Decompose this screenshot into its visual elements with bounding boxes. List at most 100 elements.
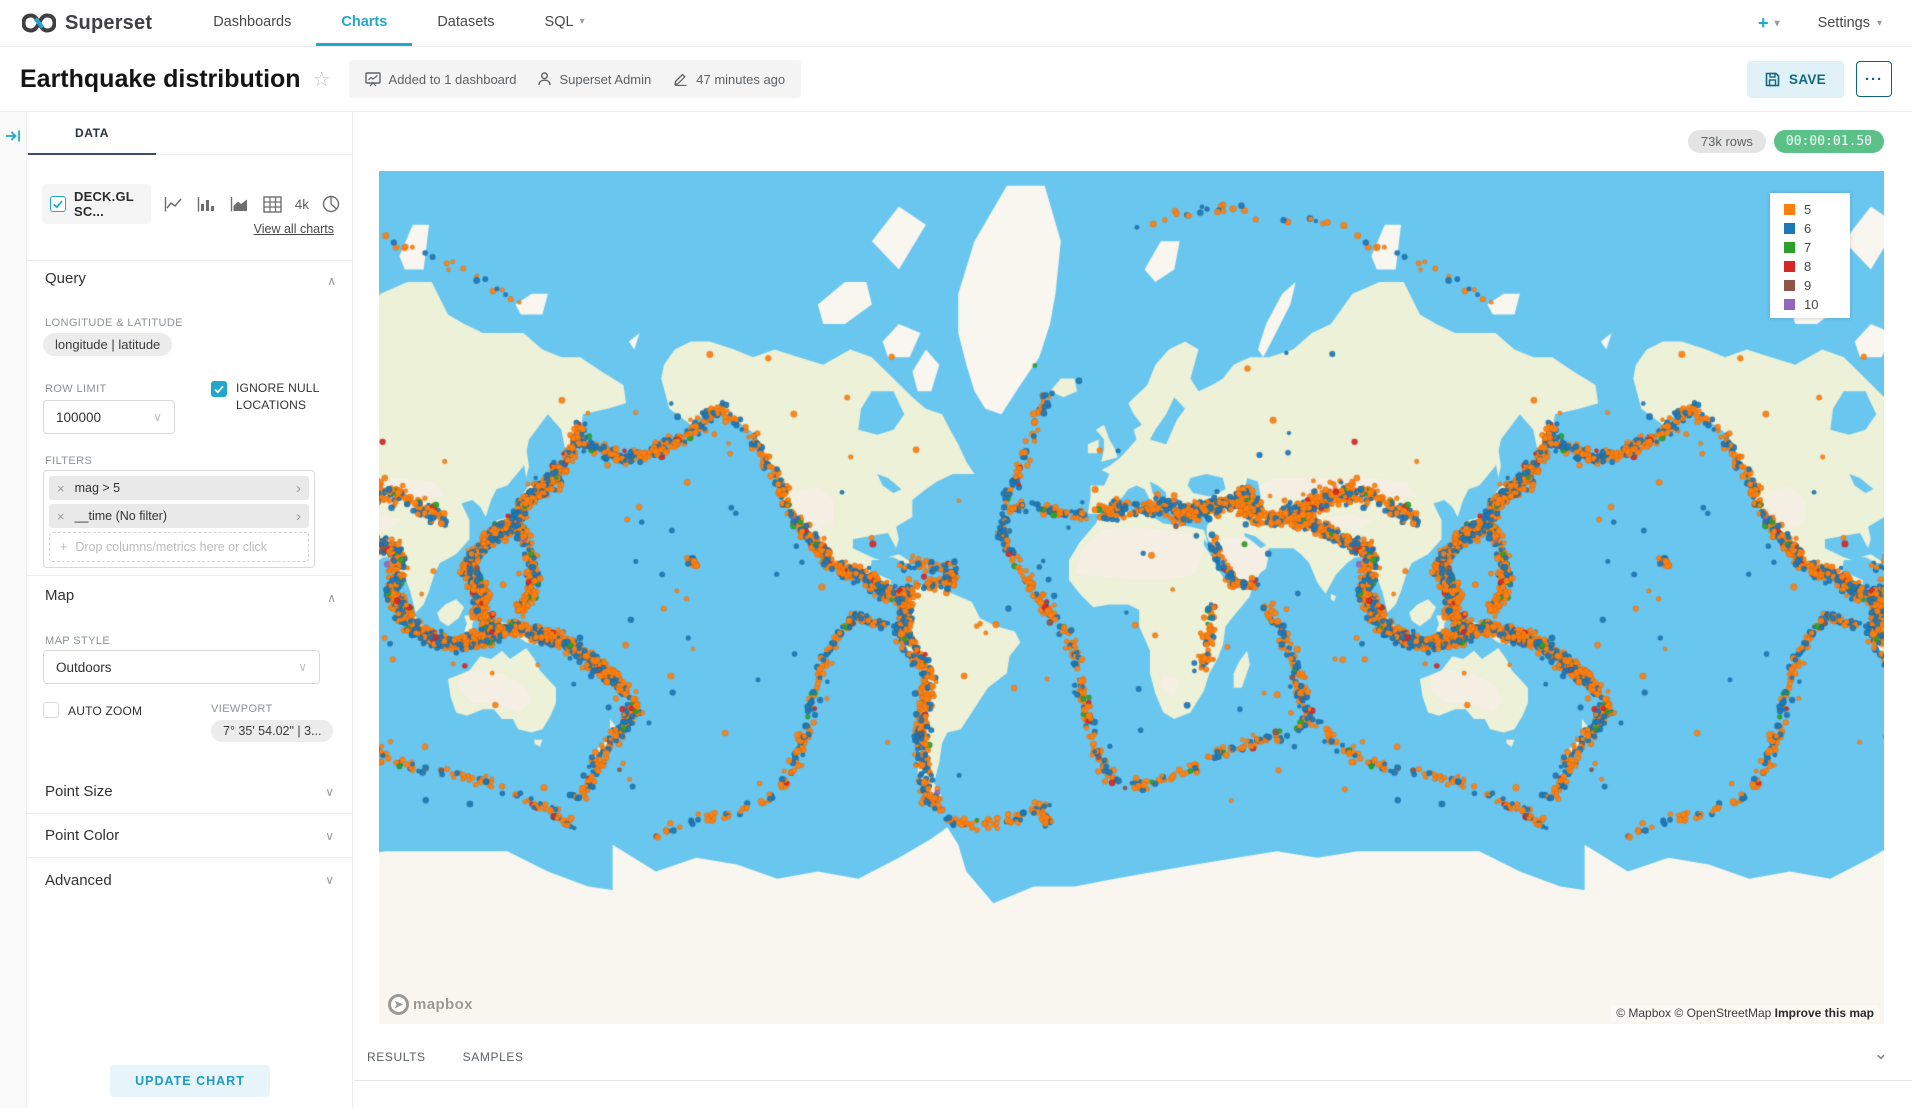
legend-label: 10 (1804, 297, 1818, 312)
legend-swatch (1784, 204, 1795, 215)
nav-item-datasets[interactable]: Datasets (412, 0, 519, 46)
magnitude-legend: 5 6 7 8 9 10 (1770, 193, 1850, 318)
improve-map-link[interactable]: Improve this map (1775, 1006, 1874, 1020)
legend-entry: 7 (1784, 240, 1850, 254)
map-style-value: Outdoors (56, 660, 112, 675)
dashboard-board-icon (365, 72, 381, 87)
collapse-panel-icon[interactable] (5, 128, 22, 144)
mapbox-logo[interactable]: ➤ mapbox (388, 994, 473, 1015)
results-tabs: RESULTS SAMPLES (367, 1050, 524, 1064)
legend-swatch (1784, 280, 1795, 291)
deckgl-map[interactable]: 5 6 7 8 9 10 ➤ mapbox © Mapbox © OpenStr… (379, 171, 1884, 1024)
legend-entry: 9 (1784, 278, 1850, 292)
tab-samples[interactable]: SAMPLES (463, 1050, 524, 1064)
mapbox-attribution-link[interactable]: © Mapbox (1616, 1006, 1671, 1020)
remove-filter-icon[interactable]: × (57, 509, 65, 524)
section-point-color[interactable]: Point Color ∨ (27, 814, 352, 858)
infinity-logo-icon (22, 13, 56, 33)
map-canvas[interactable] (379, 171, 1884, 1024)
pencil-icon (673, 72, 688, 86)
viewport-value-pill[interactable]: 7° 35' 54.02" | 3... (211, 720, 333, 742)
viz-type-selected[interactable]: DECK.GL SC... (42, 184, 151, 224)
remove-filter-icon[interactable]: × (57, 481, 65, 496)
chevron-down-icon: ∨ (153, 410, 162, 424)
ignore-null-checkbox[interactable]: IGNORE NULL LOCATIONS (211, 380, 339, 414)
chart-meta: Added to 1 dashboard Superset Admin 47 m… (349, 60, 802, 98)
filter-chip-time[interactable]: × __time (No filter) › (49, 504, 309, 528)
lonlat-label: LONGITUDE & LATITUDE (45, 317, 183, 329)
legend-label: 6 (1804, 221, 1811, 236)
auto-zoom-checkbox[interactable]: AUTO ZOOM (43, 702, 142, 721)
page-title: Earthquake distribution (20, 65, 301, 94)
check-icon (214, 385, 224, 394)
check-icon (53, 200, 63, 209)
settings-menu[interactable]: Settings▾ (1818, 15, 1882, 31)
filter-drop-zone[interactable]: + Drop columns/metrics here or click (49, 532, 309, 562)
brand-name: Superset (65, 12, 152, 35)
favorite-star-icon[interactable]: ☆ (313, 67, 331, 92)
nav-right: +▾ Settings▾ (1758, 0, 1912, 46)
chevron-right-icon[interactable]: › (296, 508, 301, 525)
legend-entry: 6 (1784, 221, 1850, 235)
nav-item-charts[interactable]: Charts (316, 0, 412, 46)
nav-item-sql[interactable]: SQL▾ (520, 0, 610, 46)
update-chart-button[interactable]: UPDATE CHART (110, 1065, 270, 1097)
osm-attribution-link[interactable]: © OpenStreetMap (1674, 1006, 1771, 1020)
map-attribution: © Mapbox © OpenStreetMap Improve this ma… (1611, 1005, 1879, 1021)
section-point-size[interactable]: Point Size ∨ (27, 770, 352, 814)
chart-badges: 73k rows 00:00:01.50 (1688, 130, 1884, 153)
viz-checkbox[interactable] (50, 196, 66, 212)
superset-logo[interactable]: Superset (0, 0, 162, 46)
more-viz-count[interactable]: 4k (295, 197, 309, 212)
save-button[interactable]: SAVE (1747, 61, 1844, 98)
panel-collapse-rail[interactable] (0, 112, 27, 1108)
section-label: Advanced (45, 872, 112, 889)
caret-down-icon: ▾ (1775, 18, 1780, 29)
row-count-badge: 73k rows (1688, 130, 1766, 153)
more-actions-button[interactable]: ··· (1856, 61, 1892, 97)
filter-label: mag > 5 (75, 481, 121, 495)
legend-swatch (1784, 299, 1795, 310)
chart-area: 73k rows 00:00:01.50 5 6 7 8 9 10 ➤ mapb… (354, 112, 1912, 1108)
section-advanced[interactable]: Advanced ∨ (27, 858, 352, 902)
section-label: Point Color (45, 827, 119, 844)
divider (27, 260, 352, 261)
chart-header: Earthquake distribution ☆ Added to 1 das… (0, 47, 1912, 112)
nav-item-dashboards[interactable]: Dashboards (188, 0, 316, 46)
checked-checkbox-icon[interactable] (211, 381, 227, 397)
chevron-up-icon[interactable]: ∧ (327, 274, 336, 288)
collapse-results-icon[interactable]: ⌄ (1874, 1044, 1888, 1064)
line-chart-icon[interactable] (164, 196, 184, 213)
data-panel: DATA DECK.GL SC... 4k View all charts Qu… (27, 112, 353, 1108)
unchecked-checkbox-icon[interactable] (43, 702, 59, 718)
tab-data[interactable]: DATA (28, 112, 156, 155)
filter-chip-mag[interactable]: × mag > 5 › (49, 476, 309, 500)
ellipsis-icon: ··· (1865, 71, 1883, 88)
tab-results[interactable]: RESULTS (367, 1050, 426, 1064)
new-item-button[interactable]: +▾ (1758, 13, 1780, 34)
last-modified-meta[interactable]: 47 minutes ago (673, 72, 785, 87)
viz-type-row: DECK.GL SC... 4k (42, 184, 340, 224)
viz-type-label: DECK.GL SC... (74, 189, 141, 219)
query-section-heading: Query (45, 270, 86, 287)
chevron-down-icon: ∨ (325, 873, 334, 887)
pie-chart-icon[interactable] (322, 195, 340, 213)
area-chart-icon[interactable] (230, 196, 250, 213)
row-limit-select[interactable]: 100000 ∨ (43, 400, 175, 434)
lonlat-value-pill[interactable]: longitude | latitude (43, 333, 172, 356)
viewport-label: VIEWPORT (211, 703, 273, 715)
owner-meta[interactable]: Superset Admin (538, 72, 651, 87)
row-limit-value: 100000 (56, 410, 101, 425)
map-style-select[interactable]: Outdoors ∨ (43, 650, 320, 684)
table-icon[interactable] (263, 196, 282, 213)
chevron-right-icon[interactable]: › (296, 480, 301, 497)
divider (27, 575, 352, 576)
dashboards-meta[interactable]: Added to 1 dashboard (365, 72, 517, 87)
bar-chart-icon[interactable] (197, 196, 217, 213)
chevron-up-icon[interactable]: ∧ (327, 591, 336, 605)
divider (354, 1080, 1912, 1081)
view-all-charts-link[interactable]: View all charts (254, 222, 334, 236)
chevron-down-icon: ∨ (298, 660, 307, 674)
filter-label: __time (No filter) (75, 509, 167, 523)
drop-placeholder: Drop columns/metrics here or click (75, 540, 267, 554)
